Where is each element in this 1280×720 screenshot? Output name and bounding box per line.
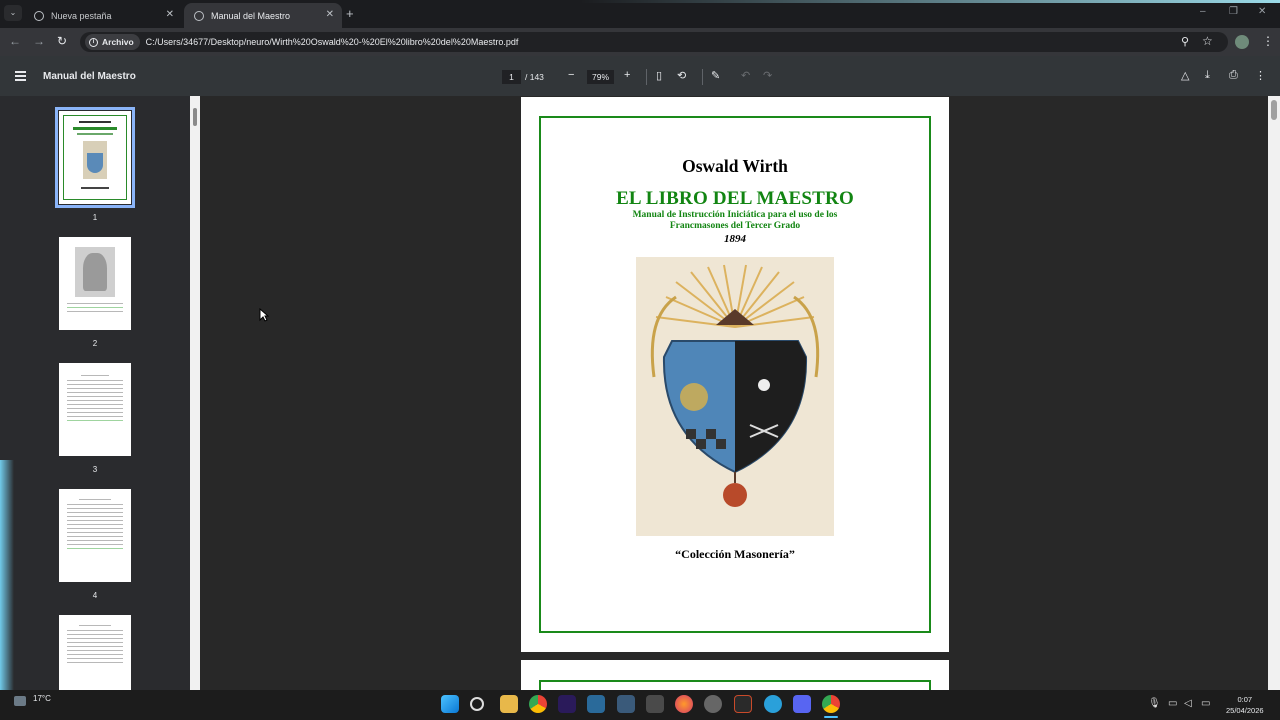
toolbar-divider [646,69,647,85]
tab-search-button[interactable]: ⌄ [4,5,22,21]
globe-icon [194,10,204,21]
rotate-icon[interactable]: ⟲ [677,69,686,82]
thumbnail-number: 3 [92,465,98,474]
start-icon[interactable] [441,695,459,713]
undo-icon[interactable]: ↶ [741,69,750,82]
telegram-icon[interactable] [764,695,782,713]
document-title: Manual del Maestro [43,71,136,82]
book-year: 1894 [724,233,746,245]
close-window-icon[interactable]: ✕ [1258,6,1266,17]
thumbnail-number: 2 [92,339,98,348]
premiere-icon[interactable] [558,695,576,713]
volume-icon[interactable]: ◁ [1184,698,1192,709]
zoom-in-icon[interactable]: + [624,69,630,81]
thumbnail-page-2[interactable] [59,237,131,330]
clock-date: 25/04/2026 [1226,706,1264,715]
info-icon: i [89,37,98,47]
tab-label: Nueva pestaña [51,10,112,21]
app-icon[interactable] [734,695,752,713]
masonic-emblem-image [636,257,834,536]
annotate-icon[interactable]: ✎ [711,69,720,82]
sidebar-scroll-thumb[interactable] [193,108,197,126]
screen-glow [580,0,1280,3]
network-icon[interactable]: ▭ [1168,698,1177,709]
clock-time: 0:07 [1237,695,1253,704]
page-number-input[interactable]: 1 [502,70,521,84]
reload-icon[interactable]: ↻ [57,34,67,48]
thumbnail-page-1[interactable] [55,107,135,208]
book-subtitle-line1: Manual de Instrucción Iniciática para el… [632,210,838,220]
tab-label: Manual del Maestro [211,10,291,21]
page-total: / 143 [525,72,544,82]
viewer-scrollbar[interactable] [1268,96,1280,690]
app-icon[interactable] [617,695,635,713]
weather-icon [14,696,26,706]
file-explorer-icon[interactable] [500,695,518,713]
taskbar [0,690,1280,720]
fit-page-icon[interactable]: ▯ [656,69,662,82]
more-menu-icon[interactable]: ⋮ [1262,34,1274,48]
toolbar-divider [702,69,703,85]
new-tab-button[interactable]: + [346,6,354,21]
discord-icon[interactable] [793,695,811,713]
thumbnail-number: 1 [92,213,98,222]
microphone-icon[interactable]: 🎙 [1148,698,1161,709]
thumbnail-page-5[interactable] [59,615,131,690]
bookmark-star-icon[interactable]: ☆ [1202,34,1213,48]
weather-temperature[interactable]: 17°C [33,694,51,703]
book-author: Oswald Wirth [682,156,788,176]
chrome-icon [34,10,44,21]
app-icon[interactable] [704,695,722,713]
print-icon[interactable]: ⎙ [1229,69,1238,82]
tab-new-tab[interactable]: Nueva pestaña ✕ [24,3,182,28]
zoom-input[interactable]: 79% [587,70,614,84]
drive-save-icon[interactable]: △ [1181,69,1189,82]
forward-icon[interactable]: → [33,34,45,48]
pdf-more-icon[interactable]: ⋮ [1255,69,1266,82]
firefox-icon[interactable] [675,695,693,713]
profile-avatar[interactable] [1235,35,1249,49]
notepad-icon[interactable] [587,695,605,713]
address-bar[interactable]: i Archivo C:/Users/34677/Desktop/neuro/W… [80,32,1228,52]
maximize-icon[interactable]: ❐ [1229,6,1238,17]
thumbnail-number: 4 [92,591,98,600]
screen-glow [0,460,14,690]
zoom-icon[interactable]: ⚲ [1181,35,1189,48]
search-icon[interactable] [470,697,484,711]
book-title: EL LIBRO DEL MAESTRO [616,188,854,209]
download-icon[interactable]: ⤓ [1205,69,1210,82]
url-text[interactable]: C:/Users/34677/Desktop/neuro/Wirth%20Osw… [146,37,519,47]
close-icon[interactable]: ✕ [166,9,174,20]
site-info-chip[interactable]: i Archivo [85,34,140,50]
mouse-cursor-icon [259,308,269,322]
terminal-icon[interactable] [646,695,664,713]
sidebar-scrollbar[interactable] [190,96,200,690]
thumbnail-page-3[interactable] [59,363,131,456]
pdf-toolbar [0,56,1280,96]
active-indicator [824,716,838,718]
back-icon[interactable]: ← [9,34,21,48]
system-clock[interactable]: 0:07 25/04/2026 [1226,694,1264,716]
battery-icon[interactable]: ▭ [1201,698,1210,709]
chrome-active-icon[interactable] [822,695,840,713]
close-icon[interactable]: ✕ [326,9,334,20]
minimize-icon[interactable]: – [1200,6,1206,17]
redo-icon[interactable]: ↷ [763,69,772,82]
chrome-icon[interactable] [529,695,547,713]
viewer-scroll-thumb[interactable] [1271,100,1277,120]
tab-manual-del-maestro[interactable]: Manual del Maestro ✕ [184,3,342,28]
book-subtitle-line2: Francmasones del Tercer Grado [669,221,801,231]
thumbnail-page-4[interactable] [59,489,131,582]
collection-label: “Colección Masonería” [675,547,795,561]
sidebar-menu-icon[interactable] [15,71,26,83]
zoom-out-icon[interactable]: − [568,69,574,81]
